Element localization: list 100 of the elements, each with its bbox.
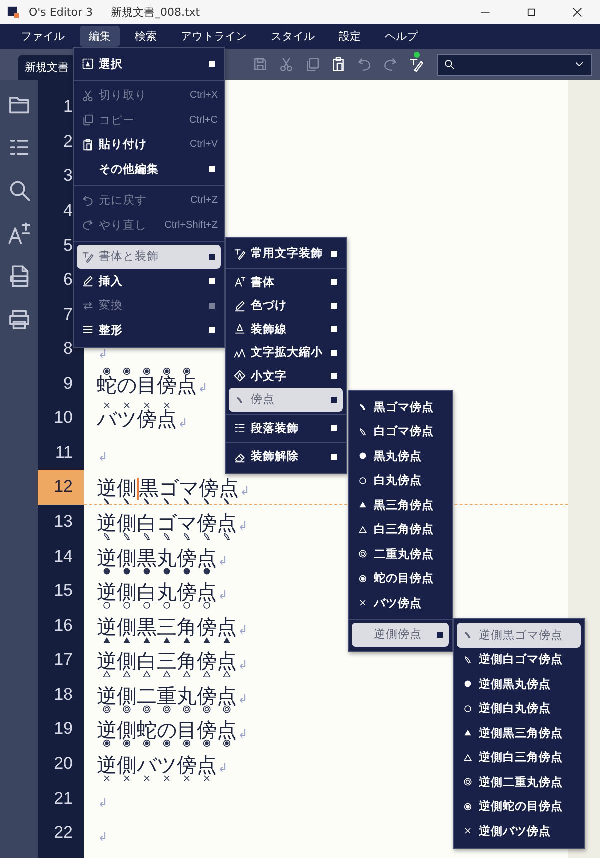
menu-item[interactable]: その他編集 bbox=[74, 157, 224, 182]
line-number: 20 bbox=[53, 752, 74, 775]
menu-item[interactable]: バツ傍点 bbox=[349, 591, 452, 616]
close-icon bbox=[572, 6, 582, 18]
line-number: 3 bbox=[62, 165, 74, 188]
return-mark: ↲ bbox=[98, 450, 108, 464]
text-line: バツ傍点 bbox=[97, 408, 177, 432]
pdf-file-icon bbox=[8, 264, 30, 288]
menu-item[interactable]: 常用文字装飾 bbox=[226, 242, 346, 266]
menu-item[interactable]: 逆側白ゴマ傍点 bbox=[454, 648, 584, 672]
menu-item[interactable]: 段落装飾 bbox=[226, 416, 346, 440]
line-number: 10 bbox=[53, 407, 74, 430]
return-mark: ↲ bbox=[98, 346, 108, 360]
menu-item[interactable]: 装飾線 bbox=[226, 318, 346, 341]
triangle-bar-icon bbox=[234, 323, 246, 336]
menu-bar-item[interactable]: 検索 bbox=[126, 26, 166, 47]
text-line: 黒ゴマ傍点 bbox=[139, 476, 239, 501]
font-style-icon bbox=[8, 222, 30, 244]
status-dot bbox=[414, 52, 420, 58]
menu-item[interactable]: 整形 bbox=[74, 318, 224, 342]
menu-item[interactable]: 白丸傍点 bbox=[349, 468, 452, 493]
return-mark: ↲ bbox=[218, 761, 228, 776]
line-number: 11 bbox=[54, 442, 74, 464]
line-number: 16 bbox=[53, 614, 74, 637]
font-icon bbox=[234, 276, 246, 288]
menu-item[interactable]: 黒丸傍点 bbox=[349, 444, 452, 468]
bullseye-icon bbox=[462, 800, 474, 813]
text-line: 逆側黒丸傍点 bbox=[97, 546, 217, 571]
menu-item[interactable]: 色づけ bbox=[226, 294, 346, 318]
return-mark: ↲ bbox=[218, 588, 228, 602]
line-number: 9 bbox=[62, 372, 74, 395]
save-icon bbox=[252, 57, 268, 72]
menu-item[interactable]: 二重丸傍点 bbox=[349, 542, 452, 566]
line-number: 7 bbox=[62, 304, 74, 326]
menu-item[interactable]: 逆側黒ゴマ傍点 bbox=[457, 623, 581, 648]
scissors-icon bbox=[82, 90, 94, 102]
menu-bar-item[interactable]: 設定 bbox=[330, 26, 370, 47]
font-size-icon bbox=[234, 346, 246, 359]
copy-icon bbox=[304, 57, 320, 72]
menu-item[interactable]: 逆側白丸傍点 bbox=[454, 696, 584, 721]
menu-bar-item[interactable]: ヘルプ bbox=[376, 26, 427, 47]
line-number: 14 bbox=[53, 546, 74, 568]
return-mark: ↲ bbox=[98, 830, 108, 844]
line-number: 4 bbox=[62, 200, 74, 222]
line-number: 18 bbox=[53, 684, 74, 706]
menu-item[interactable]: 挿入 bbox=[74, 269, 224, 294]
printer-icon bbox=[8, 308, 30, 330]
menu-item[interactable]: 逆側蛇の目傍点 bbox=[454, 794, 584, 819]
menu-item[interactable]: 小文字 bbox=[226, 364, 346, 388]
menu-item[interactable]: 逆側傍点 bbox=[352, 622, 449, 647]
undo-icon bbox=[356, 57, 372, 72]
menu-bar-item[interactable]: スタイル bbox=[262, 26, 324, 47]
pen-icon bbox=[234, 248, 246, 260]
hollow-circle-icon bbox=[356, 474, 368, 487]
line-number: 15 bbox=[53, 580, 74, 602]
text-line: 逆側蛇の目傍点 bbox=[97, 719, 237, 744]
menu-item[interactable]: 黒ゴマ傍点 bbox=[349, 395, 452, 420]
menu-item[interactable]: 書体と装飾 bbox=[77, 244, 221, 269]
search-field[interactable] bbox=[437, 54, 592, 76]
return-mark: ↲ bbox=[238, 658, 248, 672]
shortcut-text: Ctrl+Shift+Z bbox=[164, 220, 218, 231]
diamond-icon bbox=[234, 370, 246, 382]
menu-bar-item[interactable]: アウトライン bbox=[172, 26, 256, 47]
menu-item[interactable]: 逆側二重丸傍点 bbox=[454, 770, 584, 794]
menu-item[interactable]: 黒三角傍点 bbox=[349, 493, 452, 518]
line-number: 13 bbox=[53, 511, 74, 534]
return-mark: ↲ bbox=[238, 623, 248, 637]
menu-item[interactable]: 逆側黒丸傍点 bbox=[454, 672, 584, 696]
menu-item[interactable]: 白ゴマ傍点 bbox=[349, 420, 452, 444]
return-mark: ↲ bbox=[178, 416, 188, 430]
shortcut-text: Ctrl+X bbox=[190, 90, 218, 102]
undo-icon bbox=[82, 194, 94, 207]
return-mark: ↲ bbox=[240, 484, 250, 498]
menu-item[interactable]: 白三角傍点 bbox=[349, 518, 452, 542]
pencil-icon bbox=[234, 300, 246, 312]
search-icon bbox=[444, 59, 455, 70]
menu-item[interactable]: 貼り付け Ctrl+V bbox=[74, 132, 224, 157]
menu-item[interactable]: 逆側白三角傍点 bbox=[454, 746, 584, 770]
font-style-button[interactable] bbox=[6, 221, 32, 245]
menu-item[interactable]: 逆側バツ傍点 bbox=[454, 819, 584, 844]
menu-item[interactable]: 選択 bbox=[74, 52, 224, 76]
clipboard-icon bbox=[82, 138, 94, 151]
line-number: 19 bbox=[53, 718, 74, 740]
menu-item[interactable]: 逆側黒三角傍点 bbox=[454, 721, 584, 746]
swap-arrows-icon bbox=[82, 300, 94, 312]
menu-item[interactable]: 蛇の目傍点 bbox=[349, 566, 452, 591]
line-number: 8 bbox=[62, 338, 74, 360]
menu-item[interactable]: 文字拡大縮小 bbox=[226, 341, 346, 364]
hollow-circle-icon bbox=[462, 702, 474, 715]
redo-icon bbox=[82, 219, 94, 232]
dashed-box-icon bbox=[82, 58, 94, 70]
menu-item[interactable]: 書体 bbox=[226, 270, 346, 294]
hollow-triangle-icon bbox=[462, 752, 474, 764]
return-mark: ↲ bbox=[198, 381, 208, 396]
menu-item[interactable]: 装飾解除 bbox=[226, 445, 346, 468]
pen-icon bbox=[408, 57, 424, 72]
menu-bar-item[interactable]: ファイル bbox=[12, 26, 74, 47]
file-name: 新規文書_008.txt bbox=[110, 4, 200, 20]
menu-bar-item[interactable]: 編集 bbox=[80, 26, 120, 47]
menu-item[interactable]: 傍点 bbox=[229, 388, 343, 412]
